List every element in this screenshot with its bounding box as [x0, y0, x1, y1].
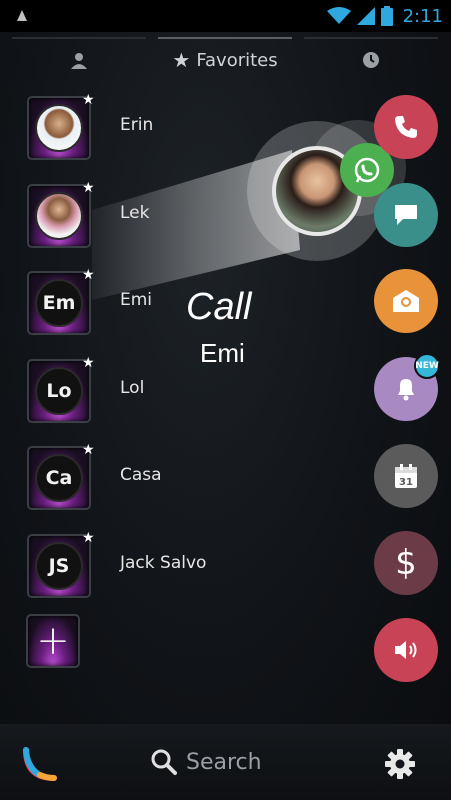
- tab-favorites[interactable]: ★ Favorites: [158, 32, 292, 88]
- notification-icon: [17, 10, 27, 22]
- message-icon: [395, 205, 417, 225]
- email-icon: [393, 290, 419, 312]
- wifi-icon: [326, 7, 351, 24]
- contact-name: Jack Salvo: [120, 553, 207, 573]
- tab-indicator: [158, 37, 292, 39]
- contact-erin[interactable]: ★ Erin: [0, 88, 300, 168]
- contact-emi[interactable]: ★ Em Emi: [0, 263, 300, 343]
- battery-icon: [380, 6, 393, 26]
- favorite-star-icon: ★: [82, 530, 95, 546]
- favorite-star-icon: ★: [82, 180, 95, 196]
- bell-icon: [398, 379, 414, 401]
- contact-initials: Lo: [35, 367, 83, 415]
- app-logo-icon[interactable]: [20, 744, 60, 784]
- contact-tile: ★ Lo: [27, 355, 95, 423]
- tab-indicator: [12, 37, 146, 39]
- tab-indicator: [304, 37, 438, 39]
- contact-initials: Em: [35, 279, 83, 327]
- speaker-button[interactable]: [374, 618, 438, 682]
- search-button[interactable]: Search: [150, 742, 262, 782]
- favorite-star-icon: ★: [82, 442, 95, 458]
- reminder-button[interactable]: NEW: [374, 353, 440, 421]
- contact-name: Lol: [120, 378, 145, 398]
- phone-icon: [395, 116, 417, 138]
- contact-tile: ★: [27, 92, 95, 160]
- contact-name: Casa: [120, 465, 162, 485]
- calendar-button[interactable]: 31: [374, 444, 438, 508]
- dollar-icon: $: [395, 543, 417, 583]
- contact-tile: ★ JS: [27, 530, 95, 598]
- search-label: Search: [186, 749, 262, 775]
- contact-jack-salvo[interactable]: ★ JS Jack Salvo: [0, 526, 300, 606]
- contact-lol[interactable]: ★ Lo Lol: [0, 351, 300, 431]
- person-icon: [71, 53, 87, 69]
- call-action-label: Call: [186, 286, 252, 328]
- contact-tile: ★ Ca: [27, 442, 95, 510]
- signal-icon: [356, 7, 375, 25]
- phone-call-button[interactable]: [374, 95, 438, 159]
- whatsapp-icon: [354, 157, 380, 183]
- email-button[interactable]: [374, 269, 438, 333]
- new-badge: NEW: [414, 353, 440, 379]
- tab-recent[interactable]: [304, 32, 438, 88]
- settings-gear-icon[interactable]: [384, 748, 416, 780]
- tab-bar: ★ Favorites: [0, 32, 451, 88]
- contact-photo: [35, 192, 83, 240]
- bottom-bar: Search: [0, 724, 451, 800]
- tab-favorites-label: Favorites: [196, 49, 278, 71]
- contact-photo: [35, 104, 83, 152]
- favorite-star-icon: ★: [82, 355, 95, 371]
- contact-initials: Ca: [35, 454, 83, 502]
- contact-name: Lek: [120, 203, 150, 223]
- star-icon: ★: [172, 48, 191, 72]
- clock-icon: [363, 52, 379, 68]
- contact-name: Emi: [120, 290, 153, 310]
- calendar-day: 31: [399, 477, 413, 488]
- call-target-name: Emi: [200, 338, 245, 368]
- favorite-star-icon: ★: [82, 267, 95, 283]
- add-favorite-button[interactable]: +: [0, 608, 300, 688]
- contact-tile: ★: [27, 180, 95, 248]
- status-time: 2:11: [402, 5, 443, 27]
- add-tile: +: [26, 614, 80, 668]
- status-bar: 2:11: [0, 0, 451, 32]
- favorite-star-icon: ★: [82, 92, 95, 108]
- contact-name: Erin: [120, 115, 154, 135]
- search-icon: [151, 749, 177, 775]
- speaker-icon: [395, 641, 417, 659]
- message-button[interactable]: [374, 183, 438, 247]
- contact-initials: JS: [35, 542, 83, 590]
- calendar-icon: 31: [395, 464, 417, 488]
- payment-button[interactable]: $: [374, 531, 438, 595]
- contact-casa[interactable]: ★ Ca Casa: [0, 438, 300, 518]
- tab-contacts[interactable]: [12, 32, 146, 88]
- contact-lek[interactable]: ★ Lek: [0, 176, 300, 256]
- status-icons: 2:11: [326, 4, 443, 28]
- plus-icon: +: [36, 618, 70, 664]
- contact-tile: ★ Em: [27, 267, 95, 335]
